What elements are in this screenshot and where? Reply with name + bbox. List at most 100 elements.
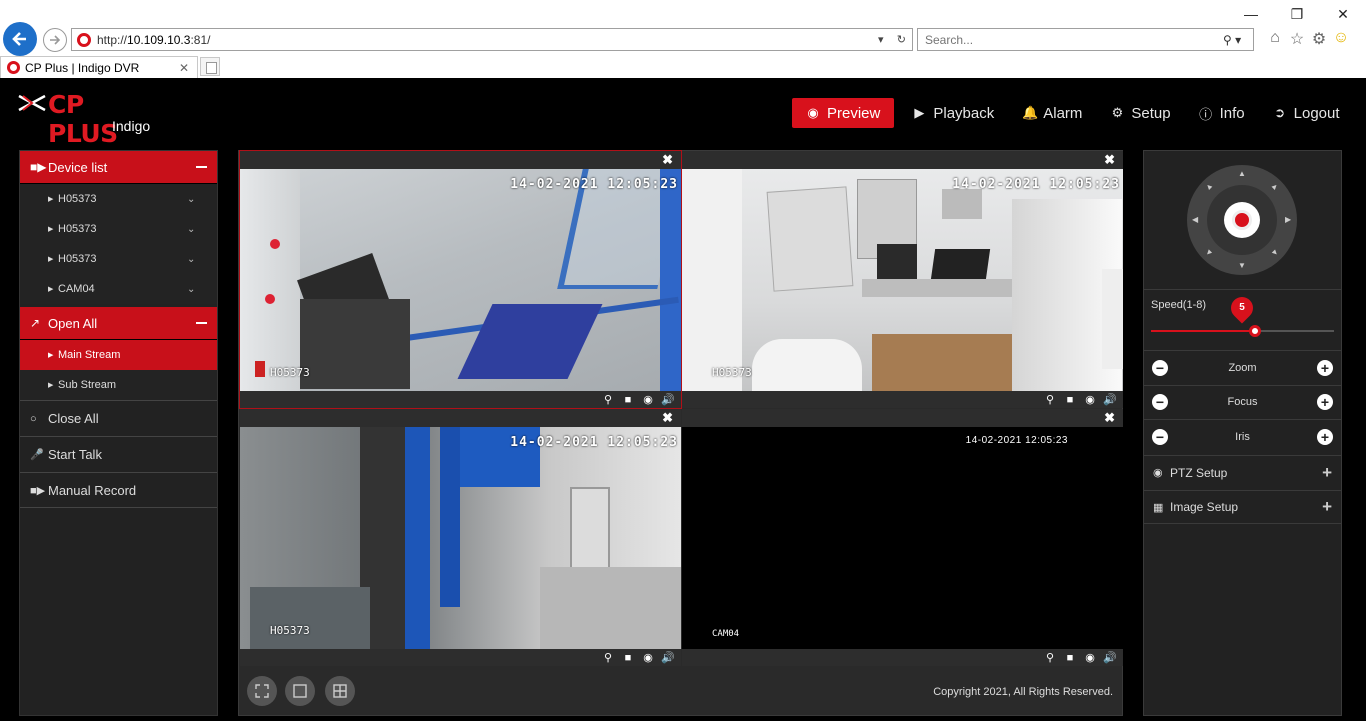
zoom-plus-icon[interactable]: + <box>1317 360 1333 376</box>
cell-controls: ⚲ ■ ◉ 🔊 <box>682 649 1123 666</box>
favorites-star-icon[interactable]: ☆ <box>1288 29 1306 49</box>
search-input[interactable] <box>925 32 1223 47</box>
audio-speaker-icon[interactable]: 🔊 <box>1103 393 1117 406</box>
forward-button[interactable] <box>43 28 67 52</box>
record-video-icon[interactable]: ■ <box>1063 652 1077 664</box>
single-view-button[interactable] <box>285 676 315 706</box>
camera-feed-4: 14-02-2021 12:05:23 CAM04 <box>682 427 1123 649</box>
expand-plus-icon[interactable]: + <box>1322 497 1332 517</box>
zoom-in-icon[interactable]: ⚲ <box>601 393 615 406</box>
new-tab-button[interactable] <box>200 57 220 76</box>
camera-feed-3: 14-02-2021 12:05:23 H05373 <box>240 427 681 649</box>
ptz-left-icon[interactable]: ◀ <box>1192 215 1198 224</box>
ptz-upright-icon[interactable]: ▲ <box>1269 181 1281 193</box>
snapshot-camera-icon[interactable]: ◉ <box>641 651 655 664</box>
zoom-minus-icon[interactable]: − <box>1152 360 1168 376</box>
close-window-icon[interactable]: ✕ <box>1320 0 1366 28</box>
nav-playback[interactable]: ▶ Playback <box>898 98 1008 128</box>
expand-plus-icon[interactable]: + <box>1322 463 1332 483</box>
ptz-center-button[interactable] <box>1232 210 1252 230</box>
focus-plus-icon[interactable]: + <box>1317 394 1333 410</box>
image-setup-row[interactable]: ▦ Image Setup + <box>1144 490 1341 524</box>
address-bar[interactable]: http://10.109.10.3:81/ ▾ ↻ <box>71 28 913 51</box>
nav-alarm-label: Alarm <box>1043 104 1083 122</box>
nav-setup[interactable]: ⚙ Setup <box>1096 98 1184 128</box>
audio-speaker-icon[interactable]: 🔊 <box>1103 651 1117 664</box>
video-cell-2[interactable]: ✖ 14-02-2021 12:05:23 H05373 ⚲ ■ ◉ 🔊 <box>682 151 1123 408</box>
audio-speaker-icon[interactable]: 🔊 <box>661 651 675 664</box>
eye-icon: ◉ <box>807 105 819 120</box>
video-cell-4[interactable]: ✖ 14-02-2021 12:05:23 CAM04 ⚲ ■ ◉ 🔊 <box>682 409 1123 666</box>
record-video-icon[interactable]: ■ <box>621 394 635 406</box>
search-icon[interactable]: ⚲ ▾ <box>1223 33 1253 47</box>
device-list-header[interactable]: ■▶ Device list <box>20 151 217 184</box>
manual-record-button[interactable]: ■▶ Manual Record <box>20 472 217 508</box>
restore-icon[interactable]: ❐ <box>1274 0 1320 28</box>
chevron-down-icon[interactable]: ⌄ <box>187 224 217 235</box>
tab-close-icon[interactable]: ✕ <box>179 61 197 75</box>
device-item[interactable]: ▶ H05373 ⌄ <box>20 244 217 274</box>
speed-slider[interactable] <box>1151 325 1334 337</box>
device-item[interactable]: ▶ H05373 ⌄ <box>20 184 217 214</box>
nav-logout[interactable]: ➲ Logout <box>1259 98 1354 128</box>
video-cell-3[interactable]: ✖ 14-02-2021 12:05:23 H05373 ⚲ ■ ◉ 🔊 <box>240 409 681 666</box>
audio-speaker-icon[interactable]: 🔊 <box>661 393 675 406</box>
snapshot-camera-icon[interactable]: ◉ <box>641 393 655 406</box>
record-video-icon[interactable]: ■ <box>621 652 635 664</box>
nav-preview[interactable]: ◉ Preview <box>792 98 895 128</box>
ptz-joystick[interactable]: ▲ ▼ ◀ ▶ ▲ ▲ ▼ ▼ <box>1187 165 1297 275</box>
ptz-down-icon[interactable]: ▼ <box>1238 261 1246 270</box>
microphone-icon: 🎤 <box>30 449 44 461</box>
video-cell-1[interactable]: ✖ 14-02-2021 12:05:23 H05373 ⚲ ■ ◉ 🔊 <box>239 150 682 409</box>
close-all-button[interactable]: ○ Close All <box>20 400 217 436</box>
close-cell-icon[interactable]: ✖ <box>662 410 673 426</box>
browser-tab[interactable]: CP Plus | Indigo DVR ✕ <box>0 56 198 78</box>
quad-view-button[interactable] <box>325 676 355 706</box>
camera-name: H05373 <box>270 624 310 637</box>
collapse-icon[interactable] <box>196 166 207 168</box>
fullscreen-button[interactable] <box>247 676 277 706</box>
dvr-app: CP PLUS Indigo ◉ Preview ▶ Playback 🔔 Alarm… <box>0 78 1366 721</box>
chevron-down-icon[interactable]: ⌄ <box>187 194 217 205</box>
minimize-icon[interactable]: — <box>1228 0 1274 28</box>
home-icon[interactable]: ⌂ <box>1266 29 1284 49</box>
sub-stream-item[interactable]: ▶ Sub Stream <box>20 370 217 400</box>
ptz-upleft-icon[interactable]: ▲ <box>1203 181 1215 193</box>
device-item[interactable]: ▶ CAM04 ⌄ <box>20 274 217 304</box>
collapse-icon[interactable] <box>196 322 207 324</box>
chevron-down-icon[interactable]: ⌄ <box>187 254 217 265</box>
close-cell-icon[interactable]: ✖ <box>1104 152 1115 168</box>
main-stream-label: Main Stream <box>58 349 121 361</box>
search-box[interactable]: ⚲ ▾ <box>917 28 1254 51</box>
zoom-in-icon[interactable]: ⚲ <box>1043 393 1057 406</box>
iris-minus-icon[interactable]: − <box>1152 429 1168 445</box>
zoom-in-icon[interactable]: ⚲ <box>1043 651 1057 664</box>
settings-gear-icon[interactable]: ⚙ <box>1310 29 1328 49</box>
speed-slider-handle[interactable] <box>1249 325 1261 337</box>
record-video-icon[interactable]: ■ <box>1063 394 1077 406</box>
ptz-downright-icon[interactable]: ▼ <box>1269 247 1281 259</box>
focus-minus-icon[interactable]: − <box>1152 394 1168 410</box>
nav-info[interactable]: ⓘ Info <box>1185 98 1259 128</box>
ptz-right-icon[interactable]: ▶ <box>1285 215 1291 224</box>
ptz-up-icon[interactable]: ▲ <box>1238 169 1246 178</box>
chevron-down-icon[interactable]: ⌄ <box>187 284 217 295</box>
start-talk-button[interactable]: 🎤 Start Talk <box>20 436 217 472</box>
close-cell-icon[interactable]: ✖ <box>1104 410 1115 426</box>
dropdown-icon[interactable]: ▾ <box>878 33 884 46</box>
ptz-downleft-icon[interactable]: ▼ <box>1203 247 1215 259</box>
back-button[interactable] <box>3 22 37 56</box>
ptz-setup-row[interactable]: ◉ PTZ Setup + <box>1144 455 1341 489</box>
device-item[interactable]: ▶ H05373 ⌄ <box>20 214 217 244</box>
snapshot-camera-icon[interactable]: ◉ <box>1083 393 1097 406</box>
refresh-icon[interactable]: ↻ <box>897 33 906 46</box>
snapshot-camera-icon[interactable]: ◉ <box>1083 651 1097 664</box>
open-all-header[interactable]: ↗ Open All <box>20 307 217 340</box>
iris-plus-icon[interactable]: + <box>1317 429 1333 445</box>
smiley-feedback-icon[interactable]: ☺ <box>1332 29 1350 49</box>
zoom-in-icon[interactable]: ⚲ <box>601 651 615 664</box>
nav-alarm[interactable]: 🔔 Alarm <box>1008 98 1096 128</box>
zoom-label: Zoom <box>1228 362 1257 374</box>
main-stream-item[interactable]: ▶ Main Stream <box>20 340 217 370</box>
close-cell-icon[interactable]: ✖ <box>662 152 673 168</box>
